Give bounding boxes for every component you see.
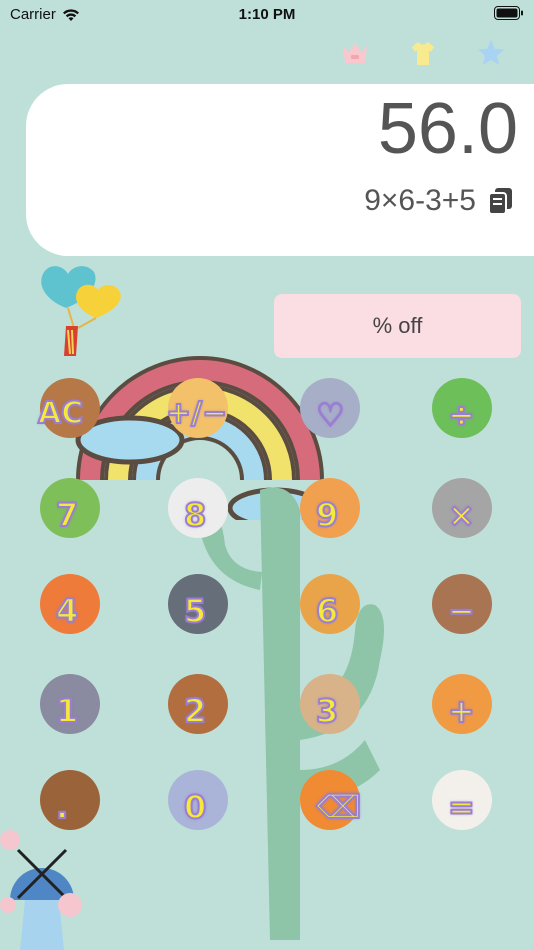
key-label: 8	[183, 495, 207, 535]
calculator-display: 56.0 9×6-3+5	[26, 84, 534, 256]
crown-icon[interactable]	[340, 38, 370, 68]
key-0[interactable]: 0	[162, 766, 242, 846]
key-label: 4	[55, 591, 79, 631]
key-label: 0	[183, 787, 207, 827]
key-1[interactable]: 1	[34, 670, 114, 750]
key-divide[interactable]: ÷	[426, 374, 506, 454]
status-bar: Carrier 1:10 PM	[0, 0, 534, 30]
key-label: +	[447, 691, 476, 731]
key-label: 7	[55, 495, 79, 535]
theme-toolbar	[340, 38, 506, 68]
star-icon[interactable]	[476, 38, 506, 68]
copy-icon[interactable]	[488, 187, 514, 215]
battery-icon	[494, 6, 524, 24]
key-label: ×	[447, 495, 476, 535]
key-equals[interactable]: =	[426, 766, 506, 846]
bear-icon	[40, 770, 100, 830]
key-5[interactable]: 5	[162, 570, 242, 650]
key-decimal[interactable]: .	[34, 766, 114, 846]
key-add[interactable]: +	[426, 670, 506, 750]
key-plus-minus[interactable]: +/−	[162, 374, 242, 454]
key-backspace[interactable]: ⌫	[294, 766, 374, 846]
key-6[interactable]: 6	[294, 570, 374, 650]
key-label: 2	[183, 691, 207, 731]
key-label: 1	[55, 691, 79, 731]
key-2[interactable]: 2	[162, 670, 242, 750]
key-label: +/−	[165, 395, 228, 432]
key-subtract[interactable]: −	[426, 570, 506, 650]
key-ac[interactable]: AC	[34, 374, 114, 454]
key-label: .	[55, 787, 69, 827]
key-label: 5	[183, 591, 207, 631]
expression-row: 9×6-3+5	[364, 184, 514, 218]
key-4[interactable]: 4	[34, 570, 114, 650]
key-label: −	[447, 591, 476, 631]
backspace-icon: ⌫	[315, 787, 362, 827]
key-7[interactable]: 7	[34, 474, 114, 554]
key-label: ÷	[447, 395, 476, 435]
clock: 1:10 PM	[238, 6, 296, 23]
key-3[interactable]: 3	[294, 670, 374, 750]
key-label: 6	[315, 591, 339, 631]
key-label: 9	[315, 495, 339, 535]
key-8[interactable]: 8	[162, 474, 242, 554]
key-multiply[interactable]: ×	[426, 474, 506, 554]
result-value: 56.0	[377, 89, 518, 169]
key-label: 3	[315, 691, 339, 731]
expression-text: 9×6-3+5	[364, 184, 476, 217]
key-9[interactable]: 9	[294, 474, 374, 554]
percent-off-button[interactable]: % off	[274, 294, 521, 358]
key-favorite[interactable]: ♡	[294, 374, 374, 454]
key-label: =	[447, 787, 476, 827]
heart-icon: ♡	[315, 395, 346, 435]
key-label: AC	[37, 395, 84, 432]
shirt-icon[interactable]	[408, 38, 438, 68]
